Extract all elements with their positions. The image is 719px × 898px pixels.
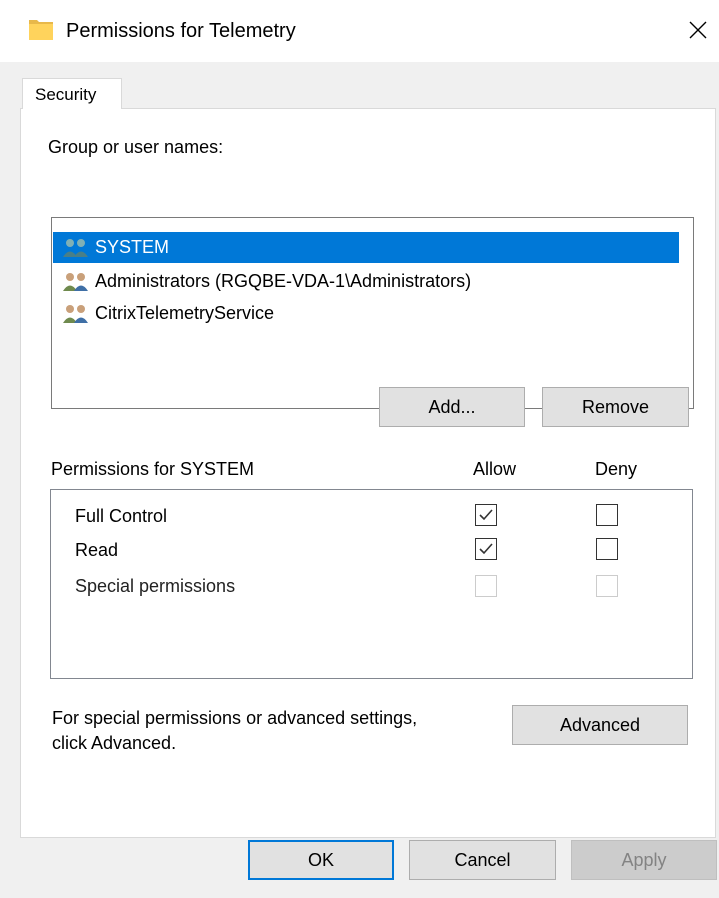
deny-header: Deny bbox=[595, 459, 638, 479]
users-listbox[interactable]: SYSTEM Administrators (RGQBE-VDA-1\Admin… bbox=[51, 217, 694, 409]
window-title: Permissions for Telemetry bbox=[66, 20, 296, 42]
user-group-icon bbox=[63, 272, 88, 291]
allow-header: Allow bbox=[473, 459, 517, 479]
user-name: CitrixTelemetryService bbox=[95, 303, 275, 323]
perm-full-control-label: Full Control bbox=[75, 506, 168, 526]
allow-full-control-checkbox[interactable] bbox=[475, 504, 497, 526]
tab-security[interactable]: Security bbox=[22, 78, 122, 109]
checkmark-icon bbox=[479, 509, 493, 521]
add-button[interactable]: Add... bbox=[379, 387, 525, 427]
close-button[interactable] bbox=[684, 14, 712, 46]
deny-read-checkbox[interactable] bbox=[596, 538, 618, 560]
deny-full-control-checkbox[interactable] bbox=[596, 504, 618, 526]
cancel-button[interactable]: Cancel bbox=[409, 840, 556, 880]
ok-button[interactable]: OK bbox=[248, 840, 394, 880]
perm-read-label: Read bbox=[75, 540, 119, 560]
list-item[interactable]: SYSTEM bbox=[53, 232, 679, 263]
close-icon bbox=[689, 21, 707, 39]
checkmark-icon bbox=[479, 543, 493, 555]
list-item[interactable]: CitrixTelemetryService bbox=[53, 298, 274, 329]
tab-security-label: Security bbox=[35, 85, 97, 104]
permissions-for-label: Permissions for SYSTEM bbox=[51, 459, 255, 479]
user-name: SYSTEM bbox=[95, 237, 170, 257]
list-item[interactable]: Administrators (RGQBE-VDA-1\Administrato… bbox=[53, 266, 471, 297]
group-names-label: Group or user names: bbox=[48, 137, 224, 157]
user-name: Administrators (RGQBE-VDA-1\Administrato… bbox=[95, 271, 472, 291]
folder-icon bbox=[29, 20, 53, 40]
deny-special-checkbox bbox=[596, 575, 618, 597]
apply-button: Apply bbox=[571, 840, 717, 880]
advanced-hint-line2: click Advanced. bbox=[52, 733, 177, 753]
perm-special-label: Special permissions bbox=[75, 576, 236, 596]
dialog-body: Security Group or user names: SYSTEM Adm… bbox=[0, 62, 719, 898]
title-bar[interactable]: Permissions for Telemetry bbox=[0, 0, 719, 62]
remove-button[interactable]: Remove bbox=[542, 387, 689, 427]
permissions-list: Full Control Read Special permissions bbox=[50, 489, 693, 679]
user-group-icon bbox=[63, 304, 88, 323]
advanced-hint-line1: For special permissions or advanced sett… bbox=[52, 708, 418, 728]
allow-special-checkbox bbox=[475, 575, 497, 597]
user-group-icon bbox=[63, 238, 88, 257]
allow-read-checkbox[interactable] bbox=[475, 538, 497, 560]
advanced-button[interactable]: Advanced bbox=[512, 705, 688, 745]
